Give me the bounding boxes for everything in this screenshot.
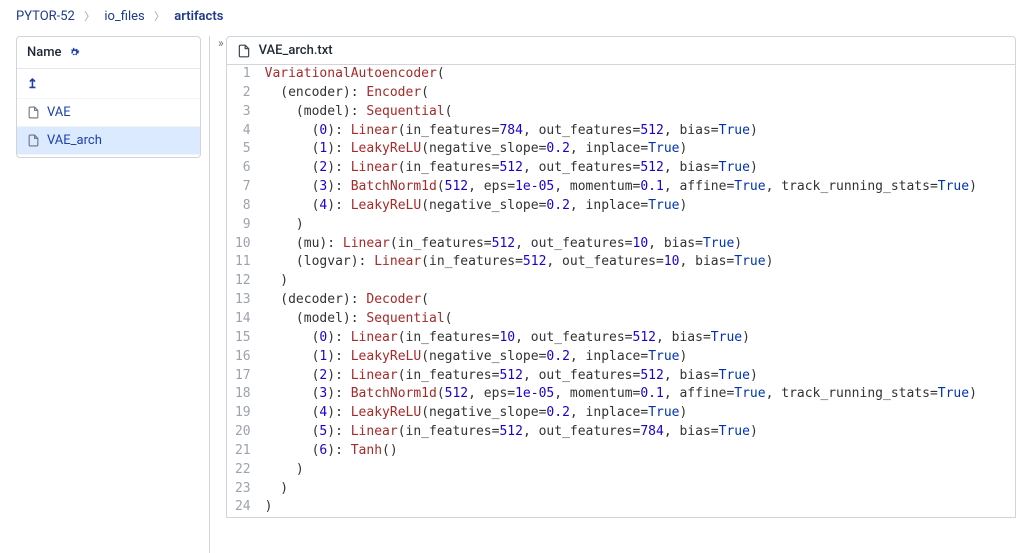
code-line: 21 (6): Tanh() (227, 442, 1015, 461)
code-content: (3): BatchNorm1d(512, eps=1e-05, momentu… (261, 385, 977, 404)
code-line: 11 (logvar): Linear(in_features=512, out… (227, 253, 1015, 272)
collapse-handle-icon[interactable]: » (218, 36, 224, 50)
code-line: 23 ) (227, 480, 1015, 499)
line-number: 4 (227, 122, 261, 141)
code-content: ) (261, 461, 304, 480)
code-content: (mu): Linear(in_features=512, out_featur… (261, 235, 742, 254)
code-line: 20 (5): Linear(in_features=512, out_feat… (227, 423, 1015, 442)
code-line: 6 (2): Linear(in_features=512, out_featu… (227, 159, 1015, 178)
line-number: 8 (227, 197, 261, 216)
line-number: 18 (227, 385, 261, 404)
code-content: (5): Linear(in_features=512, out_feature… (261, 423, 758, 442)
line-number: 3 (227, 103, 261, 122)
line-number: 12 (227, 272, 261, 291)
file-icon (27, 134, 41, 147)
line-number: 14 (227, 310, 261, 329)
line-number: 9 (227, 216, 261, 235)
line-number: 11 (227, 253, 261, 272)
tree-row-file[interactable]: VAE_arch (17, 127, 200, 155)
code-content: ) (261, 480, 288, 499)
code-line: 12 ) (227, 272, 1015, 291)
line-number: 24 (227, 498, 261, 517)
code-content: (4): LeakyReLU(negative_slope=0.2, inpla… (261, 197, 688, 216)
breadcrumb-item-2[interactable]: artifacts (174, 9, 223, 24)
line-number: 2 (227, 84, 261, 103)
code-line: 2 (encoder): Encoder( (227, 84, 1015, 103)
code-line: 7 (3): BatchNorm1d(512, eps=1e-05, momen… (227, 178, 1015, 197)
code-content: (1): LeakyReLU(negative_slope=0.2, inpla… (261, 348, 688, 367)
tree-row-file[interactable]: VAE (17, 99, 200, 127)
main-panel: » VAE_arch.txt 1VariationalAutoencoder(2… (218, 36, 1016, 553)
code-line: 16 (1): LeakyReLU(negative_slope=0.2, in… (227, 348, 1015, 367)
line-number: 15 (227, 329, 261, 348)
code-line: 5 (1): LeakyReLU(negative_slope=0.2, inp… (227, 140, 1015, 159)
line-number: 23 (227, 480, 261, 499)
tree-row-up[interactable]: ↥ (17, 71, 200, 99)
code-content: VariationalAutoencoder( (261, 65, 445, 84)
breadcrumb: PYTOR-52 〉 io_files 〉 artifacts (0, 0, 1024, 32)
code-content: ) (261, 272, 288, 291)
code-line: 15 (0): Linear(in_features=10, out_featu… (227, 329, 1015, 348)
line-number: 1 (227, 65, 261, 84)
code-content: (3): BatchNorm1d(512, eps=1e-05, momentu… (261, 178, 977, 197)
code-viewer[interactable]: 1VariationalAutoencoder(2 (encoder): Enc… (226, 65, 1016, 518)
code-content: ) (261, 498, 273, 517)
line-number: 7 (227, 178, 261, 197)
breadcrumb-item-1[interactable]: io_files (104, 9, 144, 24)
code-line: 19 (4): LeakyReLU(negative_slope=0.2, in… (227, 404, 1015, 423)
line-number: 21 (227, 442, 261, 461)
code-content: (decoder): Decoder( (261, 291, 429, 310)
up-arrow-icon: ↥ (27, 77, 38, 92)
file-tree-sidebar: Name ↥ VAE VAE_arch (16, 36, 201, 158)
tree-row-label: VAE_arch (47, 133, 102, 148)
line-number: 17 (227, 367, 261, 386)
code-content: (0): Linear(in_features=10, out_features… (261, 329, 750, 348)
code-content: (0): Linear(in_features=784, out_feature… (261, 122, 758, 141)
chevron-right-icon: 〉 (154, 10, 165, 23)
code-content: (model): Sequential( (261, 310, 453, 329)
tree-row-label: VAE (47, 105, 71, 120)
code-content: (1): LeakyReLU(negative_slope=0.2, inpla… (261, 140, 688, 159)
code-content: ) (261, 216, 304, 235)
line-number: 20 (227, 423, 261, 442)
code-line: 17 (2): Linear(in_features=512, out_feat… (227, 367, 1015, 386)
code-content: (encoder): Encoder( (261, 84, 429, 103)
file-tree: ↥ VAE VAE_arch (17, 69, 200, 157)
gear-icon[interactable] (68, 46, 81, 59)
code-content: (2): Linear(in_features=512, out_feature… (261, 367, 758, 386)
code-line: 22 ) (227, 461, 1015, 480)
code-line: 10 (mu): Linear(in_features=512, out_fea… (227, 235, 1015, 254)
code-content: (4): LeakyReLU(negative_slope=0.2, inpla… (261, 404, 688, 423)
line-number: 5 (227, 140, 261, 159)
code-line: 1VariationalAutoencoder( (227, 65, 1015, 84)
chevron-right-icon: 〉 (84, 10, 95, 23)
code-line: 8 (4): LeakyReLU(negative_slope=0.2, inp… (227, 197, 1015, 216)
line-number: 19 (227, 404, 261, 423)
line-number: 16 (227, 348, 261, 367)
code-line: 3 (model): Sequential( (227, 103, 1015, 122)
sidebar-header: Name (17, 37, 200, 69)
vertical-divider (209, 36, 210, 553)
line-number: 6 (227, 159, 261, 178)
code-line: 18 (3): BatchNorm1d(512, eps=1e-05, mome… (227, 385, 1015, 404)
code-content: (logvar): Linear(in_features=512, out_fe… (261, 253, 774, 272)
file-icon (27, 106, 41, 119)
file-name: VAE_arch.txt (259, 43, 333, 58)
code-content: (2): Linear(in_features=512, out_feature… (261, 159, 758, 178)
code-line: 13 (decoder): Decoder( (227, 291, 1015, 310)
breadcrumb-item-0[interactable]: PYTOR-52 (16, 9, 75, 24)
line-number: 13 (227, 291, 261, 310)
code-content: (6): Tanh() (261, 442, 398, 461)
sidebar-header-label: Name (27, 45, 62, 60)
file-icon (237, 44, 251, 58)
code-line: 24) (227, 498, 1015, 517)
file-header: VAE_arch.txt (226, 36, 1016, 65)
code-line: 4 (0): Linear(in_features=784, out_featu… (227, 122, 1015, 141)
line-number: 22 (227, 461, 261, 480)
code-content: (model): Sequential( (261, 103, 453, 122)
code-line: 14 (model): Sequential( (227, 310, 1015, 329)
code-line: 9 ) (227, 216, 1015, 235)
line-number: 10 (227, 235, 261, 254)
